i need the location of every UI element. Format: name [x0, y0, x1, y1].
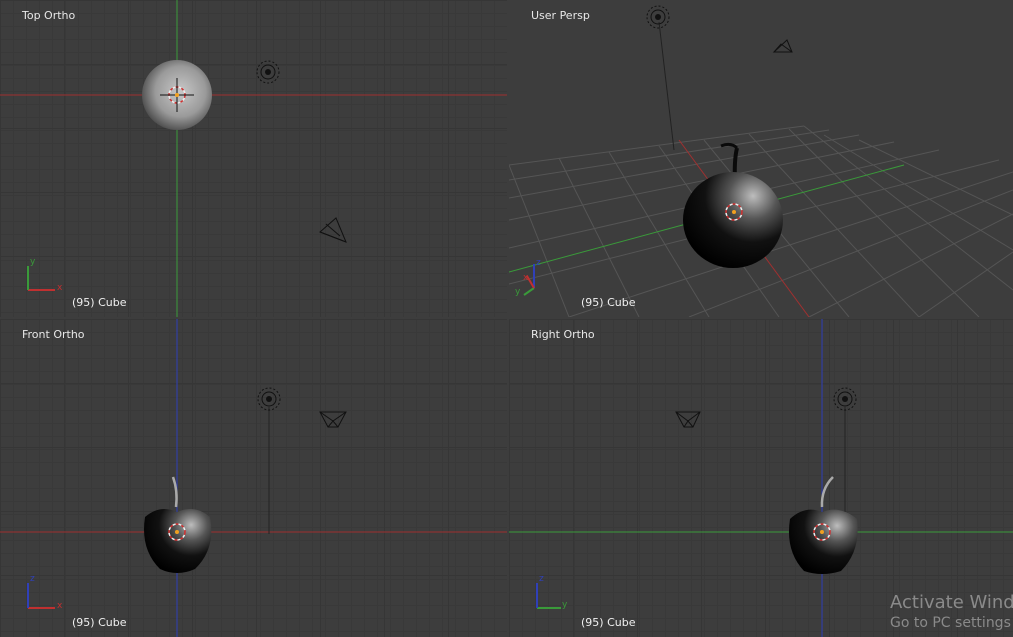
lamp-icon[interactable] — [646, 5, 670, 29]
camera-icon[interactable] — [319, 217, 347, 243]
axis-gizmo-icon: y x z — [515, 258, 541, 297]
svg-text:z: z — [30, 574, 35, 584]
apple-object[interactable] — [144, 476, 212, 573]
svg-text:y: y — [562, 600, 568, 610]
lamp-icon[interactable] — [833, 387, 857, 411]
apple-object[interactable] — [683, 142, 783, 268]
object-label: (95) Cube — [72, 616, 127, 629]
viewport-front-ortho[interactable]: x z Front Ortho (95) Cube — [0, 319, 507, 637]
object-label: (95) Cube — [581, 616, 636, 629]
svg-text:z: z — [536, 258, 541, 268]
lamp-icon[interactable] — [257, 387, 281, 411]
axis-gizmo-icon: x y — [27, 257, 63, 293]
watermark-subtitle: Go to PC settings t — [890, 615, 1013, 631]
activation-watermark: Activate Wind Go to PC settings t — [890, 592, 1013, 631]
watermark-title: Activate Wind — [890, 592, 1013, 613]
right-ortho-scene: y z — [509, 319, 1013, 637]
axis-gizmo-icon: x z — [27, 574, 63, 611]
top-ortho-scene: x y — [0, 0, 507, 317]
camera-icon[interactable] — [675, 411, 701, 428]
axis-gizmo-icon: y z — [536, 574, 568, 610]
viewport-title: Top Ortho — [22, 9, 76, 22]
lamp-line — [658, 21, 675, 151]
object-label: (95) Cube — [581, 296, 636, 309]
lamp-icon[interactable] — [256, 60, 280, 84]
object-label: (95) Cube — [72, 296, 127, 309]
viewport-right-ortho[interactable]: y z Right Ortho (95) Cube — [509, 319, 1013, 637]
viewport-user-persp[interactable]: y x z User Persp (95) Cube — [509, 0, 1013, 317]
camera-icon[interactable] — [772, 39, 793, 53]
viewport-title: Right Ortho — [531, 328, 595, 341]
svg-text:y: y — [515, 287, 521, 297]
viewport-title: User Persp — [531, 9, 590, 22]
svg-text:z: z — [539, 574, 544, 584]
viewport-title: Front Ortho — [22, 328, 85, 341]
user-persp-scene: y x z — [509, 5, 1013, 317]
svg-text:x: x — [523, 273, 529, 283]
svg-text:x: x — [57, 283, 63, 293]
svg-text:x: x — [57, 601, 63, 611]
apple-object[interactable] — [788, 476, 858, 574]
front-ortho-scene: x z — [0, 319, 507, 637]
camera-icon[interactable] — [319, 411, 347, 428]
viewport-top-ortho[interactable]: x y Top Ortho (95) Cube — [0, 0, 507, 317]
svg-text:y: y — [30, 257, 36, 267]
